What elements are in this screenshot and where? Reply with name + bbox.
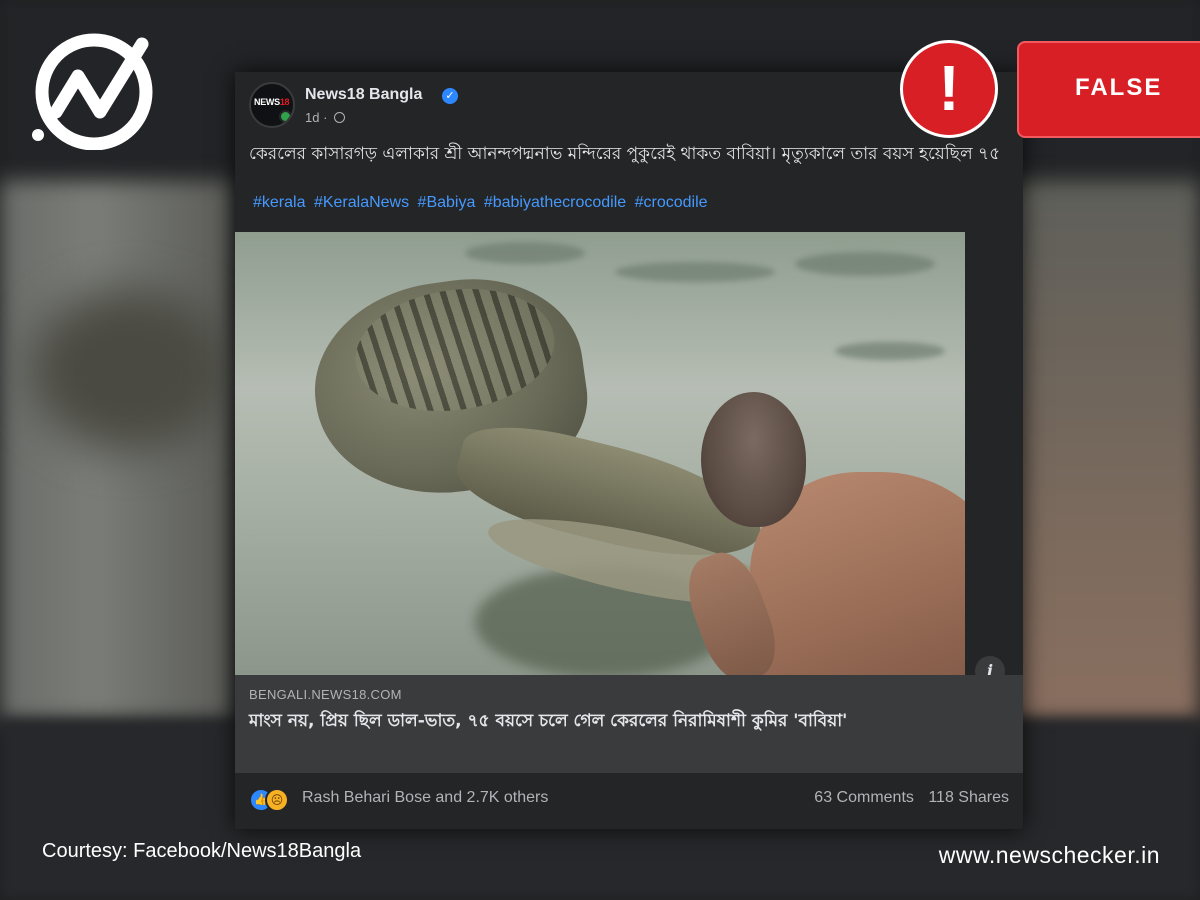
link-domain: BENGALI.NEWS18.COM — [249, 687, 402, 702]
facebook-post-card: NEWS18 News18 Bangla ✓ 1d · কেরলের কাসার… — [235, 72, 1023, 829]
engagement-counts: 63 Comments 118 Shares — [814, 789, 1009, 807]
hashtag-link[interactable]: #crocodile — [635, 194, 708, 211]
post-timestamp[interactable]: 1d · — [305, 110, 346, 125]
page-name-link[interactable]: News18 Bangla — [305, 86, 422, 104]
verified-badge-icon: ✓ — [442, 88, 458, 104]
globe-icon — [334, 112, 346, 123]
post-text: কেরলের কাসারগড় এলাকার শ্রী আনন্দপদ্মনাভ… — [249, 144, 1001, 164]
link-title[interactable]: মাংস নয়, প্রিয় ছিল ডাল-ভাত, ৭৫ বয়সে চ… — [249, 709, 1009, 733]
meta-separator: · — [323, 110, 328, 125]
comments-count[interactable]: 63 Comments — [814, 789, 914, 806]
site-url: www.newschecker.in — [938, 842, 1160, 868]
hashtag-link[interactable]: #KeralaNews — [314, 194, 409, 211]
hashtag-link[interactable]: #kerala — [253, 194, 305, 211]
shares-count[interactable]: 118 Shares — [928, 789, 1009, 806]
page-avatar[interactable]: NEWS18 — [249, 82, 295, 128]
verdict-label: FALSE — [1075, 74, 1163, 101]
post-header: NEWS18 News18 Bangla ✓ 1d · — [249, 82, 849, 132]
sad-reaction-icon: ☹ — [265, 788, 289, 812]
hashtag-link[interactable]: #Babiya — [418, 194, 476, 211]
reactions-bar: 👍 ☹ Rash Behari Bose and 2.7K others 63 … — [249, 784, 1009, 814]
courtesy-caption: Courtesy: Facebook/News18Bangla — [42, 840, 362, 862]
reaction-names[interactable]: Rash Behari Bose and 2.7K others — [302, 789, 548, 807]
online-status-dot — [279, 110, 292, 123]
post-time: 1d — [305, 110, 320, 125]
verdict-badge: FALSE — [1017, 41, 1200, 138]
post-photo[interactable] — [235, 232, 965, 675]
avatar-logo: NEWS18 — [254, 97, 290, 107]
hashtag-link[interactable]: #babiyathecrocodile — [484, 194, 626, 211]
link-preview[interactable]: BENGALI.NEWS18.COM মাংস নয়, প্রিয় ছিল … — [235, 675, 1023, 773]
newschecker-logo-icon — [32, 33, 153, 150]
alert-icon: ! — [900, 40, 998, 138]
hashtag-list: #kerala #KeralaNews #Babiya #babiyathecr… — [253, 194, 712, 212]
